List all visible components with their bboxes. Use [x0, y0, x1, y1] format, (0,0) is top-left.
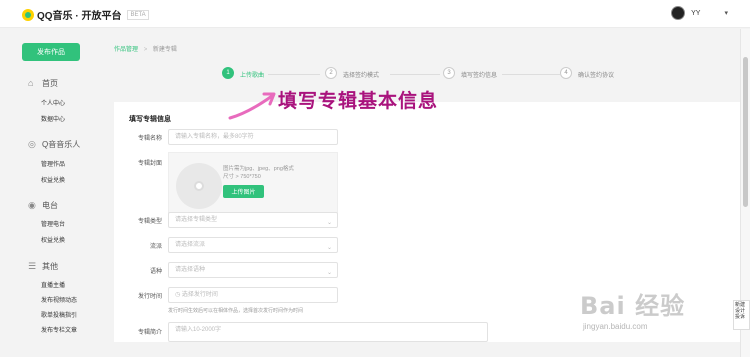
form-section-title: 填写专辑信息	[129, 116, 171, 123]
breadcrumb: 作品管理 > 新建专辑	[114, 44, 177, 53]
menu-icon: ☰	[28, 261, 37, 271]
breadcrumb-current: 新建专辑	[152, 47, 177, 53]
album-type-placeholder: 请选择专辑类型	[175, 217, 218, 223]
sidebar-group-musician[interactable]: ◎ Q音音乐人	[28, 139, 80, 150]
language-placeholder: 请选择语种	[175, 267, 206, 273]
release-date-placeholder: 选择发行时间	[181, 292, 218, 298]
sidebar-item-publish-video[interactable]: 发布视频动态	[41, 295, 77, 304]
sidebar-group-radio[interactable]: ◉ 电台	[28, 200, 58, 211]
upload-image-button[interactable]: 上传图片	[223, 185, 264, 198]
sidebar-item-rights-exchange[interactable]: 权益兑换	[41, 175, 65, 184]
sidebar-item-manage-radio[interactable]: 管理电台	[41, 219, 65, 228]
disc-placeholder-icon	[176, 163, 222, 209]
radio-icon: ◉	[28, 200, 36, 210]
step-4-label: 确认签约协议	[578, 73, 615, 79]
publish-button[interactable]: 发布作品	[22, 43, 80, 61]
scroll-thumb[interactable]	[743, 57, 748, 207]
user-menu[interactable]: YY ▾	[671, 6, 728, 20]
avatar[interactable]	[671, 6, 686, 20]
chevron-down-icon: ⌄	[326, 270, 332, 276]
logo-text: QQ音乐 · 开放平台	[37, 11, 122, 22]
cover-upload-area[interactable]: 图片需为jpg、jpeg、png格式 尺寸 > 750*750 上传图片	[168, 152, 338, 220]
annotation-text: 填写专辑基本信息	[278, 90, 439, 112]
sidebar-item-playlist-guide[interactable]: 歌单投稿指引	[41, 310, 77, 319]
sidebar-group-label: 电台	[42, 201, 58, 210]
release-date-label: 发行时间	[137, 294, 162, 300]
sidebar-item-personal-center[interactable]: 个人中心	[41, 98, 65, 107]
step-3-label: 填写签约信息	[461, 73, 498, 79]
step-3-circle: 3	[443, 67, 455, 79]
step-indicator: 1 上传歌曲 2 选择签约模式 3 填写签约信息 4 确认签约协议	[0, 67, 750, 83]
step-2-circle: 2	[325, 67, 337, 79]
username: YY	[691, 9, 701, 17]
sidebar-item-manage-works[interactable]: 管理作品	[41, 159, 65, 168]
breadcrumb-works[interactable]: 作品管理	[114, 47, 138, 53]
sidebar-item-data-center[interactable]: 数据中心	[41, 114, 65, 123]
chevron-down-icon: ⌄	[326, 220, 332, 226]
sidebar-group-label: Q音音乐人	[42, 140, 81, 149]
sidebar-item-publish-article[interactable]: 发布专栏文章	[41, 325, 77, 334]
release-date-hint: 发行时间生效后可以在相体作品，选择首次发行时间作为时间	[168, 308, 304, 314]
sidebar-group-other[interactable]: ☰ 其他	[28, 261, 58, 272]
baidu-watermark: Bai 经验	[580, 292, 686, 320]
cover-format-hint: 图片需为jpg、jpeg、png格式	[223, 166, 294, 172]
language-select[interactable]: 请选择语种 ⌄	[168, 262, 338, 278]
album-intro-textarea[interactable]: 请输入10-2000字	[168, 322, 488, 342]
chevron-down-icon: ⌄	[326, 245, 332, 251]
sidebar-group-label: 其他	[42, 262, 58, 271]
step-connector	[390, 74, 440, 75]
language-label: 语种	[149, 269, 162, 275]
album-intro-label: 专辑简介	[137, 330, 162, 336]
album-cover-label: 专辑封面	[137, 161, 162, 167]
musician-icon: ◎	[28, 139, 36, 149]
album-name-input[interactable]: 请输入专辑名称，最多80字符	[168, 129, 338, 145]
album-type-label: 专辑类型	[137, 219, 162, 225]
genre-placeholder: 请选择流派	[175, 242, 206, 248]
sidebar-item-live-host[interactable]: 直播主播	[41, 280, 65, 289]
album-name-label: 专辑名称	[137, 136, 162, 142]
sidebar-item-radio-rights[interactable]: 权益兑换	[41, 235, 65, 244]
step-1-label: 上传歌曲	[240, 73, 265, 79]
clock-icon: ◷	[175, 292, 182, 298]
cover-size-hint: 尺寸 > 750*750	[223, 174, 261, 180]
step-connector	[502, 74, 560, 75]
album-type-select[interactable]: 请选择专辑类型 ⌄	[168, 212, 338, 228]
chevron-down-icon[interactable]: ▾	[724, 9, 728, 17]
qq-music-logo-icon	[22, 8, 34, 21]
breadcrumb-separator: >	[143, 47, 148, 53]
beta-badge: BETA	[127, 9, 149, 20]
release-date-picker[interactable]: ◷ 选择发行时间	[168, 287, 338, 303]
qq-music-logo[interactable]: QQ音乐 · 开放平台 BETA	[22, 7, 149, 22]
genre-select[interactable]: 请选择流派 ⌄	[168, 237, 338, 253]
top-bar: QQ音乐 · 开放平台 BETA YY ▾	[0, 0, 750, 28]
step-connector	[268, 74, 320, 75]
watermark-url: jingyan.baidu.com	[583, 322, 648, 331]
annotation-arrow-icon	[228, 92, 276, 120]
step-1-circle: 1	[222, 67, 234, 79]
side-widget[interactable]: 新建 设计 投诉	[733, 300, 750, 330]
step-4-circle: 4	[560, 67, 572, 79]
step-2-label: 选择签约模式	[343, 73, 380, 79]
genre-label: 流派	[149, 244, 162, 250]
